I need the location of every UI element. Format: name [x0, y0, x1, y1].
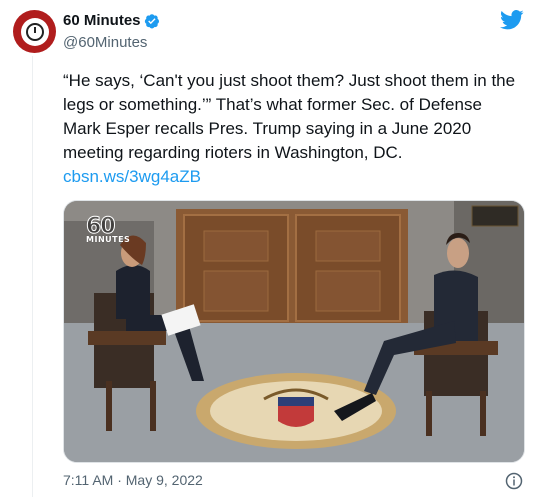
tweet-text: “He says, ‘Can't you just shoot them? Ju… [63, 69, 518, 189]
stopwatch-icon [20, 17, 49, 46]
twitter-bird-icon[interactable] [500, 10, 524, 30]
tweet-link[interactable]: cbsn.ws/3wg4aZB [63, 167, 201, 186]
tweet-timestamp[interactable]: 7:11 AM · May 9, 2022 [63, 472, 203, 488]
avatar[interactable] [13, 10, 56, 53]
tweet-body: “He says, ‘Can't you just shoot them? Ju… [63, 71, 516, 162]
60-minutes-logo: 60 MINUTES [86, 215, 131, 244]
info-icon[interactable] [505, 472, 523, 490]
author-handle[interactable]: @60Minutes [63, 34, 147, 51]
display-name[interactable]: 60 Minutes [63, 12, 141, 29]
verified-badge-icon [144, 13, 159, 28]
interview-scene-image [64, 201, 524, 462]
logo-word: MINUTES [86, 235, 131, 244]
tweet-card: 60 Minutes @60Minutes “He says, ‘Can't y… [0, 0, 538, 497]
tweet-media-image[interactable]: 60 MINUTES [63, 200, 525, 463]
author-name-row[interactable]: 60 Minutes [63, 12, 160, 29]
divider [32, 56, 33, 497]
